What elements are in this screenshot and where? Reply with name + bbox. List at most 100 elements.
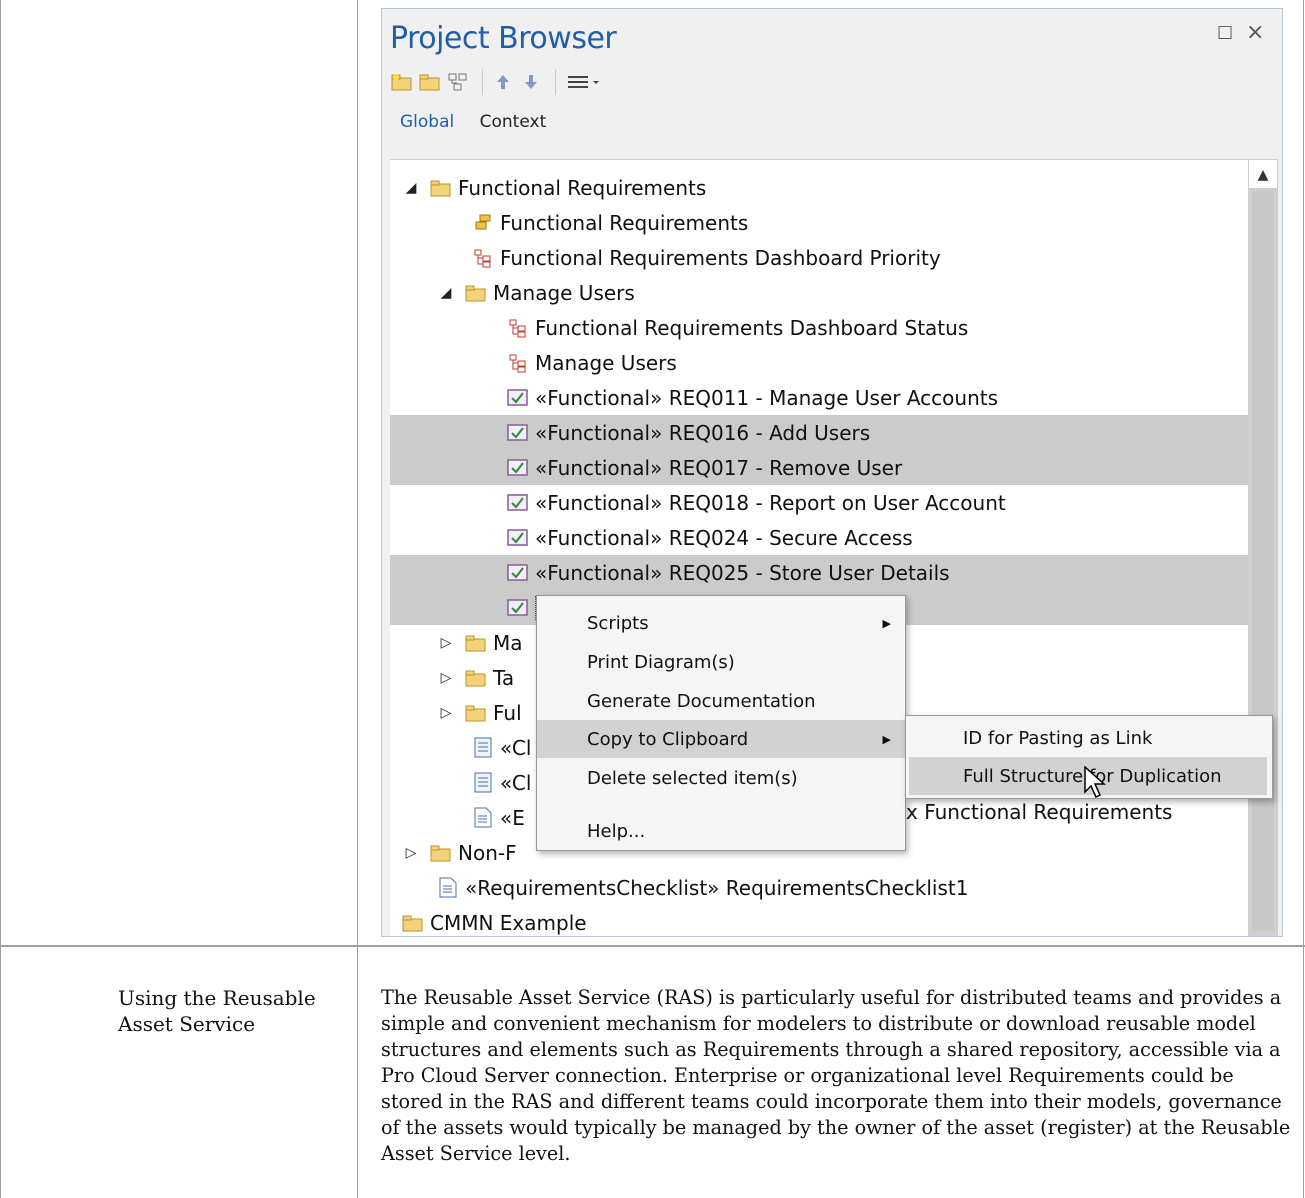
context-menu-item-label: Help... bbox=[587, 820, 646, 842]
checklist-icon bbox=[472, 772, 494, 794]
tree-row[interactable]: ◢ Manage Users bbox=[390, 275, 1248, 310]
context-menu-item[interactable]: Scripts ▶ bbox=[537, 604, 905, 642]
tree-row-label: «Functional» REQ011 - Manage User Accoun… bbox=[535, 385, 999, 410]
tree-row[interactable]: CMMN Example bbox=[390, 905, 1248, 936]
package-folder-icon bbox=[402, 912, 424, 934]
new-package-icon[interactable] bbox=[390, 70, 414, 94]
dashboard-diagram-icon bbox=[472, 247, 494, 269]
context-menu-item[interactable]: Copy to Clipboard ▶ bbox=[537, 720, 905, 758]
package-folder-icon bbox=[465, 632, 487, 654]
tree-row[interactable]: ◢ Functional Requirements bbox=[390, 170, 1248, 205]
tree-row[interactable]: «Functional» REQ018 - Report on User Acc… bbox=[390, 485, 1248, 520]
table-border-left bbox=[0, 0, 1, 1198]
tree-row[interactable]: «Functional» REQ017 - Remove User bbox=[390, 450, 1248, 485]
tree-row-label: «RequirementsChecklist» RequirementsChec… bbox=[465, 875, 969, 900]
tree-row[interactable]: «Functional» REQ011 - Manage User Accoun… bbox=[390, 380, 1248, 415]
scroll-thumb[interactable] bbox=[1252, 191, 1274, 931]
table-column-divider bbox=[357, 0, 358, 1198]
close-button[interactable]: × bbox=[1246, 20, 1264, 45]
expand-toggle-icon[interactable]: ◢ bbox=[402, 180, 420, 196]
requirement-icon bbox=[507, 422, 529, 444]
context-menu-item[interactable]: Help... bbox=[537, 812, 905, 850]
maximize-button[interactable]: ☐ bbox=[1217, 23, 1233, 44]
tree-row-label: Functional Requirements bbox=[500, 210, 749, 235]
submenu-arrow-icon: ▶ bbox=[882, 732, 891, 746]
context-menu-item[interactable]: Delete selected item(s) bbox=[537, 759, 905, 797]
tree-row[interactable]: «Functional» REQ016 - Add Users bbox=[390, 415, 1248, 450]
tree-row-label: «Functional» REQ018 - Report on User Acc… bbox=[535, 490, 1006, 515]
new-diagram-icon[interactable] bbox=[446, 70, 470, 94]
tree-row-label: «Functional» REQ025 - Store User Details bbox=[535, 560, 950, 585]
tree-row-label: Non-F bbox=[458, 840, 517, 865]
expand-toggle-icon[interactable]: ◢ bbox=[437, 285, 455, 301]
tab-global[interactable]: Global bbox=[400, 112, 454, 132]
context-menu-item-label: Generate Documentation bbox=[587, 690, 816, 712]
package-folder-icon bbox=[430, 842, 452, 864]
tree-row-label: Functional Requirements Dashboard Status bbox=[535, 315, 969, 340]
context-menu: Scripts ▶ Print Diagram(s) Generate Documen… bbox=[536, 595, 906, 851]
expand-toggle-icon[interactable]: ▷ bbox=[437, 635, 455, 651]
package-diagram-icon bbox=[472, 212, 494, 234]
tree-row[interactable]: Functional Requirements Dashboard Priori… bbox=[390, 240, 1248, 275]
tree-row-label: «Functional» REQ017 - Remove User bbox=[535, 455, 903, 480]
tab-context[interactable]: Context bbox=[480, 112, 547, 132]
topic-description: The Reusable Asset Service (RAS) is part… bbox=[381, 986, 1291, 1165]
submenu-arrow-icon: ▶ bbox=[882, 616, 891, 630]
dashboard-diagram-icon bbox=[507, 317, 529, 339]
tree-row[interactable]: «RequirementsChecklist» RequirementsChec… bbox=[390, 870, 1248, 905]
package-folder-icon bbox=[465, 282, 487, 304]
submenu-item[interactable]: ID for Pasting as Link bbox=[909, 719, 1267, 757]
package-folder-icon bbox=[430, 177, 452, 199]
tree-row-label: «Functional» REQ024 - Secure Access bbox=[535, 525, 913, 550]
tree-row-label: Ma bbox=[493, 630, 523, 655]
new-folder-icon[interactable] bbox=[418, 70, 442, 94]
scroll-up-arrow-icon[interactable]: ▲ bbox=[1248, 159, 1278, 189]
requirement-icon bbox=[507, 387, 529, 409]
context-menu-item-label: Print Diagram(s) bbox=[587, 651, 735, 673]
move-down-icon[interactable] bbox=[519, 70, 543, 94]
toolbar-separator bbox=[555, 69, 556, 95]
tree-row-label: Functional Requirements bbox=[458, 175, 707, 200]
table-row-divider bbox=[0, 945, 1305, 947]
dashboard-diagram-icon bbox=[507, 352, 529, 374]
expand-toggle-icon[interactable]: ▷ bbox=[437, 705, 455, 721]
toolbar bbox=[390, 67, 608, 97]
tree-row-label: «Cl bbox=[500, 770, 532, 795]
requirement-icon bbox=[507, 527, 529, 549]
topic-heading: Using the Reusable Asset Service bbox=[118, 986, 316, 1036]
toolbar-separator bbox=[482, 69, 483, 95]
tree-row[interactable]: Manage Users bbox=[390, 345, 1248, 380]
tree-row-label: «Functional» REQ016 - Add Users bbox=[535, 420, 871, 445]
table-border-right bbox=[1303, 0, 1304, 1198]
tree-row-label: Manage Users bbox=[535, 350, 677, 375]
requirement-icon bbox=[507, 597, 529, 619]
tree-row[interactable]: «Functional» REQ025 - Store User Details bbox=[390, 555, 1248, 590]
tree-row-label: Ta bbox=[493, 665, 515, 690]
document-icon bbox=[437, 877, 459, 899]
move-up-icon[interactable] bbox=[491, 70, 515, 94]
document-icon bbox=[472, 807, 494, 829]
tree-row-label: Ful bbox=[493, 700, 522, 725]
tree-row-label: Functional Requirements Dashboard Priori… bbox=[500, 245, 941, 270]
context-menu-item-label: Delete selected item(s) bbox=[587, 767, 798, 789]
window-title: Project Browser bbox=[390, 21, 617, 56]
tree-row[interactable]: «Functional» REQ024 - Secure Access bbox=[390, 520, 1248, 555]
obscured-tree-text: x Functional Requirements bbox=[906, 800, 1173, 824]
tree-row-label: «Cl bbox=[500, 735, 532, 760]
mouse-pointer-icon bbox=[1084, 766, 1106, 799]
tree-row[interactable]: Functional Requirements Dashboard Status bbox=[390, 310, 1248, 345]
tree-row[interactable]: Functional Requirements bbox=[390, 205, 1248, 240]
context-menu-item[interactable]: Print Diagram(s) bbox=[537, 643, 905, 681]
tree-row-label: CMMN Example bbox=[430, 910, 587, 935]
checklist-icon bbox=[472, 737, 494, 759]
context-menu-item[interactable]: Generate Documentation bbox=[537, 682, 905, 720]
expand-toggle-icon[interactable]: ▷ bbox=[437, 670, 455, 686]
package-folder-icon bbox=[465, 667, 487, 689]
vertical-scrollbar[interactable]: ▲ bbox=[1248, 159, 1278, 936]
requirement-icon bbox=[507, 457, 529, 479]
expand-toggle-icon[interactable]: ▷ bbox=[402, 845, 420, 861]
requirement-icon bbox=[507, 492, 529, 514]
menu-icon[interactable] bbox=[564, 70, 604, 94]
package-folder-icon bbox=[465, 702, 487, 724]
tree-row-label: Manage Users bbox=[493, 280, 635, 305]
